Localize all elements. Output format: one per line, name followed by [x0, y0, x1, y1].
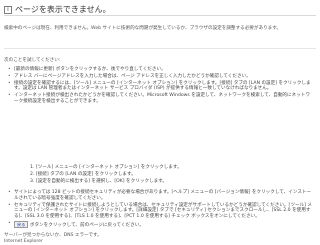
sub-steps-list: 1. [ツール] メニューの [インターネット オプション] をクリックします。… [30, 165, 308, 185]
list-item: 2. [接続] タブの [LAN の設定] をクリックします。 [30, 171, 136, 177]
divider [4, 48, 316, 49]
list-item: [最新の情報に更新] ボタンをクリックするか、後でやり直してください。 [8, 67, 312, 73]
list-item: セキュリティで保護されたサイトに接続しようとしている場合は、セキュリティ設定がサ… [8, 203, 312, 220]
section-title: 次のことを試してください: [4, 58, 61, 63]
list-item: サイトによっては 128 ビットの接続セキュリティが必要な場合があります。[ヘル… [8, 190, 312, 202]
troubleshooting-list: [最新の情報に更新] ボタンをクリックするか、後でやり直してください。 アドレス… [8, 67, 312, 106]
divider [4, 15, 316, 16]
troubleshooting-list-2: サイトによっては 128 ビットの接続セキュリティが必要な場合があります。[ヘル… [8, 190, 312, 230]
list-item: インターネット接続が検出されたかどうかを確認してください。Microsoft W… [8, 93, 312, 105]
page-header: i ページを表示できません。 [4, 4, 111, 15]
browser-name: Internet Explorer [4, 239, 43, 244]
list-item: 戻る ボタンをクリックして、前のページに戻ってください。 [8, 220, 312, 229]
error-page: i ページを表示できません。 検索中のページは現在、利用できません。Web サイ… [0, 0, 320, 245]
list-item: 接続の設定を確認するには、[ツール] メニューの [インターネット オプション]… [8, 81, 312, 93]
list-item: アドレス バーにページアドレスを入力した場合は、ページ アドレスを正しく入力した… [8, 74, 312, 80]
list-item: 3. [設定を自動的に検出する] を選択し、[OK] をクリックします。 [30, 178, 167, 184]
page-title: ページを表示できません。 [15, 5, 111, 14]
intro-text: 検索中のページは現在、利用できません。Web サイトに技術的な問題が発生している… [4, 26, 281, 31]
list-item: 1. [ツール] メニューの [インターネット オプション] をクリックします。 [30, 165, 182, 170]
back-instruction: ボタンをクリックして、前のページに戻ってください。 [29, 222, 144, 228]
error-code-text: サーバーが見つからないか、DNS エラーです。 [4, 233, 102, 238]
info-icon: i [4, 5, 12, 14]
back-button[interactable]: 戻る [14, 220, 29, 228]
